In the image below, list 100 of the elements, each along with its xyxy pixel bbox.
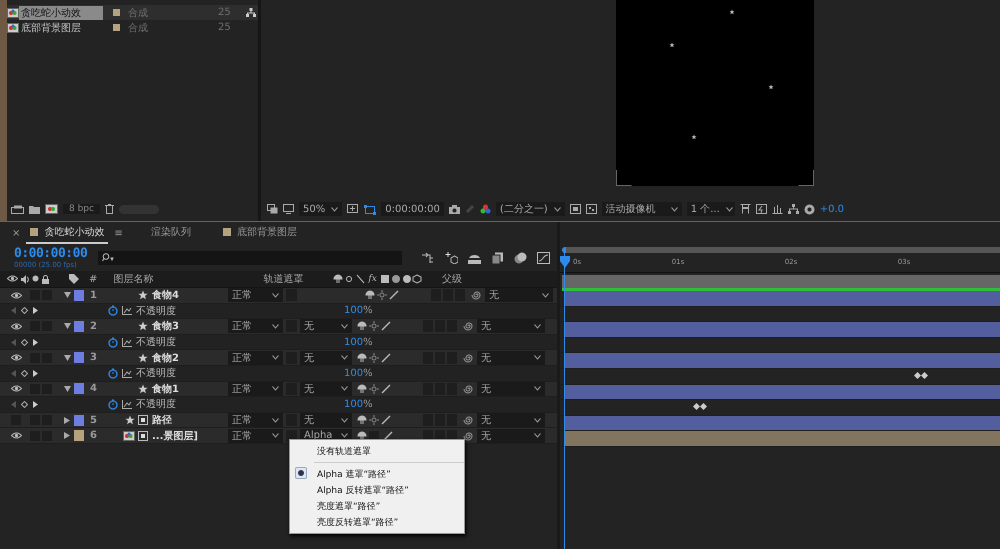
label-color-swatch[interactable]	[74, 290, 84, 301]
blend-mode-dropdown[interactable]: 正常	[228, 413, 283, 428]
property-row[interactable]: 不透明度 100%	[0, 304, 557, 320]
graph-icon[interactable]	[122, 306, 132, 316]
property-row[interactable]: 不透明度 100%	[0, 366, 557, 382]
parent-dropdown[interactable]: 无	[477, 428, 545, 443]
menu-item[interactable]: Alpha 反转遮罩“路径”	[290, 482, 464, 498]
next-keyframe-icon[interactable]	[33, 400, 38, 408]
panel-menu-icon[interactable]: ≡	[114, 228, 123, 238]
interpret-footage-icon[interactable]	[11, 204, 24, 214]
shy-icon[interactable]	[357, 384, 367, 394]
next-keyframe-icon[interactable]	[33, 338, 38, 346]
property-value[interactable]: 100	[344, 305, 364, 316]
expanded-triangle-icon[interactable]	[64, 354, 70, 361]
region-icon[interactable]	[570, 204, 581, 214]
property-value[interactable]: 100	[344, 398, 364, 410]
monitor-stack-icon[interactable]	[267, 204, 278, 214]
composition-mini-flowchart-icon[interactable]	[422, 252, 435, 264]
expanded-triangle-icon[interactable]	[64, 323, 70, 330]
quality-slash-icon[interactable]	[389, 290, 399, 300]
blend-mode-dropdown[interactable]: 正常	[228, 382, 283, 396]
property-row[interactable]: 不透明度 100%	[0, 334, 557, 350]
quality-sun-icon[interactable]	[377, 290, 387, 300]
shy-icon[interactable]	[357, 352, 367, 363]
stopwatch-icon[interactable]	[108, 368, 118, 379]
quality-slash-icon[interactable]	[381, 415, 391, 426]
graph-icon[interactable]	[122, 338, 132, 347]
resolution-dropdown[interactable]: (二分之一)	[496, 202, 565, 216]
quality-sun-icon[interactable]	[369, 415, 379, 426]
add-keyframe-icon[interactable]	[21, 338, 28, 346]
label-color-swatch[interactable]	[74, 430, 84, 442]
next-keyframe-icon[interactable]	[33, 307, 38, 314]
folder-icon[interactable]	[29, 204, 40, 214]
add-keyframe-icon[interactable]	[21, 370, 28, 377]
timeline-tab[interactable]: 底部背景图层	[218, 222, 301, 244]
layer-row[interactable]: 3 食物2 正常 无 无	[0, 350, 557, 366]
menu-item[interactable]: Alpha 遮罩“路径”	[290, 466, 464, 482]
quality-slash-icon[interactable]	[381, 384, 391, 394]
safe-area-icon[interactable]	[347, 204, 360, 214]
exposure-value[interactable]: +0.0	[820, 204, 844, 214]
layer-name[interactable]: ...景图层]	[152, 428, 228, 443]
shy-icon[interactable]	[357, 430, 367, 441]
quality-sun-icon[interactable]	[369, 352, 379, 363]
trash-icon[interactable]	[104, 204, 114, 214]
expanded-triangle-icon[interactable]	[64, 386, 70, 392]
menu-item[interactable]: 亮度遮罩“路径”	[290, 498, 464, 514]
rgb-channels-icon[interactable]	[480, 204, 491, 214]
quality-slash-icon[interactable]	[381, 321, 391, 332]
parent-dropdown[interactable]: 无	[477, 382, 545, 396]
quality-slash-icon[interactable]	[381, 352, 391, 363]
close-tab-icon[interactable]: ×	[12, 228, 20, 238]
property-value[interactable]: 100	[344, 368, 364, 379]
layer-row[interactable]: 5 路径 正常 无 无	[0, 412, 557, 428]
layer-row[interactable]: 6 ...景图层] 正常 Alpha 无	[0, 428, 557, 444]
project-item[interactable]: 底部背景图层 合成 25	[7, 20, 258, 35]
layer-name[interactable]: 食物2	[152, 350, 228, 365]
current-time[interactable]: 0:00:00:00	[14, 246, 94, 261]
exposure-icon[interactable]	[804, 204, 815, 214]
grid-toggle-icon[interactable]	[740, 204, 751, 214]
next-keyframe-icon[interactable]	[33, 370, 38, 377]
track-matte-dropdown[interactable]: 无	[300, 413, 352, 428]
parent-dropdown[interactable]: 无	[485, 288, 553, 302]
track-matte-dropdown[interactable]: 无	[300, 350, 352, 365]
blend-mode-dropdown[interactable]: 正常	[228, 319, 283, 334]
add-keyframe-icon[interactable]	[21, 400, 28, 408]
timeline-tab[interactable]: 贪吃蛇小动效	[26, 222, 108, 244]
label-color-swatch[interactable]	[74, 414, 84, 426]
quality-sun-icon[interactable]	[369, 321, 379, 332]
label-color-swatch[interactable]	[74, 383, 84, 394]
blend-mode-dropdown[interactable]: 正常	[228, 428, 283, 443]
mask-path-icon[interactable]	[364, 204, 376, 214]
layer-name[interactable]: 路径	[152, 413, 228, 428]
shy-icon[interactable]	[357, 321, 367, 332]
motion-blur-icon[interactable]	[514, 252, 527, 264]
graph-icon[interactable]	[122, 400, 132, 409]
property-value[interactable]: 100	[344, 336, 364, 348]
collapsed-triangle-icon[interactable]	[64, 432, 70, 440]
camera-dropdown[interactable]: 活动摄像机	[602, 202, 682, 216]
current-time-field[interactable]: 0:00:00:00	[381, 202, 444, 216]
shy-icon[interactable]	[357, 415, 367, 426]
graph-icon[interactable]	[122, 368, 132, 378]
track-matte-dropdown[interactable]: 无	[300, 382, 352, 396]
camera-icon[interactable]	[448, 204, 460, 214]
quality-sun-icon[interactable]	[369, 384, 379, 394]
frame-blending-icon[interactable]	[491, 252, 504, 264]
keyframe-pair-icon[interactable]	[692, 403, 707, 410]
search-field[interactable]	[98, 250, 402, 264]
label-color-swatch[interactable]	[74, 352, 84, 364]
playhead-handle-icon[interactable]	[560, 256, 570, 268]
graph-editor-icon[interactable]	[537, 252, 550, 264]
timeline-icon[interactable]	[772, 204, 783, 214]
track-matte-dropdown[interactable]: 无	[300, 319, 352, 334]
zoom-dropdown[interactable]: 50%	[299, 202, 342, 216]
collapse-box[interactable]	[369, 430, 379, 441]
menu-item[interactable]: 没有轨道遮罩	[290, 443, 464, 459]
add-keyframe-icon[interactable]	[21, 307, 28, 314]
parent-dropdown[interactable]: 无	[477, 319, 545, 334]
menu-item[interactable]: 亮度反转遮罩“路径”	[290, 514, 464, 530]
stopwatch-icon[interactable]	[108, 305, 118, 316]
layer-name[interactable]: 食物3	[152, 319, 228, 334]
